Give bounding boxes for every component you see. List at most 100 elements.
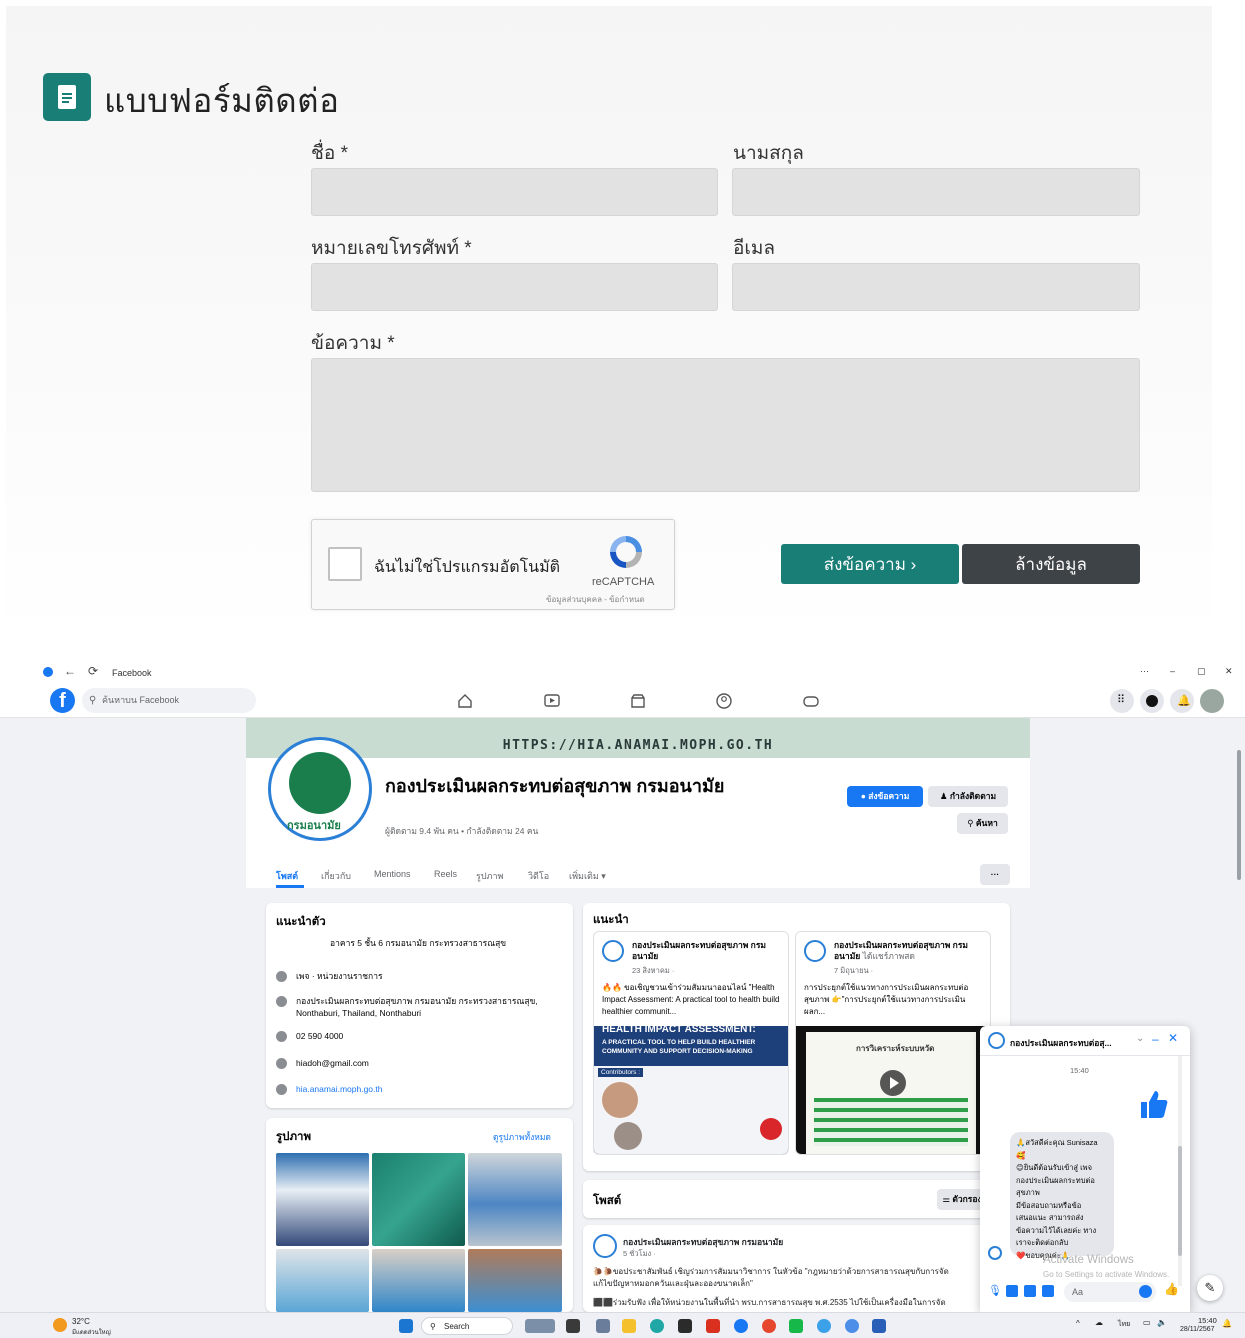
file-explorer-icon[interactable] — [622, 1319, 636, 1333]
menu-dots-icon[interactable]: ··· — [1140, 666, 1149, 676]
back-arrow-icon[interactable]: ← — [64, 664, 76, 678]
facebook-taskbar-icon[interactable] — [734, 1319, 748, 1333]
page-profile-picture[interactable]: กรมอนามัย — [268, 737, 372, 841]
image-attach-icon[interactable] — [1006, 1285, 1018, 1297]
home-icon[interactable] — [456, 692, 474, 710]
windows-start-icon[interactable] — [399, 1319, 413, 1333]
clock-time[interactable]: 15:40 — [1198, 1316, 1217, 1325]
page-stats[interactable]: ผู้ติดตาม 9.4 พัน คน • กำลังติดตาม 24 คน — [385, 824, 538, 838]
video-icon[interactable] — [543, 692, 561, 710]
tab-about[interactable]: เกี่ยวกับ — [321, 869, 351, 883]
task-view-icon[interactable] — [566, 1319, 580, 1333]
new-message-icon[interactable]: ✎ — [1197, 1275, 1223, 1301]
photo-thumbnail[interactable] — [276, 1153, 369, 1246]
groups-icon[interactable] — [715, 692, 733, 710]
chrome-profile-icon[interactable] — [845, 1319, 859, 1333]
reload-icon[interactable]: ⟳ — [88, 664, 98, 678]
minimize-icon[interactable]: – — [1170, 666, 1175, 676]
notification-center-icon[interactable]: 🔔 — [1222, 1319, 1232, 1328]
post-date[interactable]: 5 ชั่วโมง · — [623, 1248, 656, 1260]
gif-icon[interactable] — [1042, 1285, 1054, 1297]
chrome-profile-icon[interactable] — [817, 1319, 831, 1333]
tab-photos[interactable]: รูปภาพ — [476, 869, 503, 883]
microphone-icon[interactable]: 🎙 — [988, 1284, 1002, 1297]
last-name-input[interactable] — [732, 168, 1140, 216]
app-thumbnail-icon[interactable] — [525, 1319, 555, 1333]
weather-temp[interactable]: 32°C — [72, 1317, 90, 1326]
marketplace-icon[interactable] — [629, 692, 647, 710]
post-text-line: แก้ไขปัญหาหมอกควันและฝุ่นละอองขนาดเล็ก" — [593, 1279, 753, 1288]
close-chat-icon[interactable]: ✕ — [1168, 1031, 1178, 1045]
phone-input[interactable] — [311, 263, 718, 311]
chrome-icon[interactable] — [762, 1319, 776, 1333]
edge-icon[interactable] — [650, 1319, 664, 1333]
profile-avatar[interactable] — [1200, 689, 1224, 713]
apps-menu-icon[interactable]: ⠿ — [1110, 689, 1134, 713]
tab-mentions[interactable]: Mentions — [374, 869, 411, 879]
sticker-icon[interactable] — [1024, 1285, 1036, 1297]
send-message-button[interactable]: ส่งข้อความ › — [781, 544, 959, 584]
minimize-chat-icon[interactable]: – — [1152, 1032, 1159, 1046]
messenger-icon[interactable] — [1140, 689, 1164, 713]
page-search-button[interactable]: ⚲ ค้นหา — [957, 813, 1008, 834]
send-message-fb-button[interactable]: ● ส่งข้อความ — [847, 786, 923, 807]
network-icon[interactable]: ▭ — [1143, 1318, 1151, 1327]
photo-thumbnail[interactable] — [372, 1249, 465, 1312]
post-author[interactable]: กองประเมินผลกระทบต่อสุขภาพ กรมอนามัย — [623, 1235, 783, 1249]
play-icon[interactable] — [880, 1070, 906, 1096]
message-textarea[interactable] — [311, 358, 1140, 492]
photo-thumbnail[interactable] — [372, 1153, 465, 1246]
chat-header[interactable]: กองประเมินผลกระทบต่อสุ... ⌄ – ✕ — [980, 1026, 1190, 1056]
chevron-down-icon[interactable]: ⌄ — [1136, 1033, 1144, 1044]
clear-form-button[interactable]: ล้างข้อมูล — [962, 544, 1140, 584]
email-input[interactable] — [732, 263, 1140, 311]
first-name-input[interactable] — [311, 168, 718, 216]
recaptcha-terms[interactable]: ข้อมูลส่วนบุคคล - ข้อกำหนด — [546, 593, 645, 606]
featured-card[interactable]: กองประเมินผลกระทบต่อสุขภาพ กรมอนามัย ได้… — [795, 931, 991, 1155]
weather-icon[interactable] — [53, 1318, 67, 1332]
clock-date[interactable]: 28/11/2567 — [1180, 1326, 1215, 1333]
taskbar-search[interactable]: ⚲ Search — [421, 1317, 513, 1335]
tray-chevron-icon[interactable]: ^ — [1076, 1319, 1080, 1328]
close-icon[interactable]: ✕ — [1225, 666, 1233, 677]
volume-icon[interactable]: 🔈 — [1157, 1318, 1167, 1327]
card-video-thumbnail[interactable]: การวิเคราะห์ระบบหวัด — [796, 1026, 990, 1154]
gaming-icon[interactable] — [802, 692, 820, 710]
card-image-title: HEALTH IMPACT ASSESSMENT: — [602, 1024, 756, 1035]
featured-card[interactable]: กองประเมินผลกระทบต่อสุขภาพ กรมอนามัย 23 … — [593, 931, 789, 1155]
chat-contact-name: กองประเมินผลกระทบต่อสุ... — [1010, 1038, 1112, 1048]
photo-thumbnail[interactable] — [276, 1249, 369, 1312]
input-language[interactable]: ไทย — [1118, 1319, 1130, 1330]
more-options-button[interactable]: ··· — [980, 864, 1010, 885]
notifications-bell-icon[interactable]: 🔔 — [1170, 689, 1194, 713]
onedrive-icon[interactable]: ☁ — [1095, 1318, 1103, 1327]
see-all-photos-link[interactable]: ดูรูปภาพทั้งหมด — [493, 1130, 551, 1144]
shield-app-icon[interactable] — [706, 1319, 720, 1333]
facebook-search-input[interactable]: ⚲ ค้นหาบน Facebook — [82, 688, 256, 713]
photo-thumbnail[interactable] — [468, 1153, 562, 1246]
tab-posts[interactable]: โพสต์ — [276, 869, 298, 883]
chat-scrollbar[interactable] — [1178, 1056, 1182, 1286]
settings-gear-icon[interactable] — [596, 1319, 610, 1333]
email-label: อีเมล — [733, 238, 776, 259]
line-app-icon[interactable] — [789, 1319, 803, 1333]
captcha-checkbox[interactable] — [328, 547, 362, 581]
message-label: ข้อความ * — [311, 333, 395, 354]
emoji-icon[interactable] — [1139, 1285, 1152, 1298]
maximize-icon[interactable]: ▢ — [1197, 666, 1206, 677]
photo-thumbnail[interactable] — [468, 1249, 562, 1312]
facebook-logo-icon[interactable]: f — [50, 688, 75, 713]
tab-reels[interactable]: Reels — [434, 869, 457, 879]
post-author-avatar[interactable] — [593, 1234, 617, 1258]
thumbs-up-send-icon[interactable]: 👍 — [1164, 1282, 1179, 1296]
tab-videos[interactable]: วิดีโอ — [528, 869, 549, 883]
tab-more[interactable]: เพิ่มเติม ▾ — [569, 869, 606, 883]
cover-photo[interactable]: HTTPS://HIA.ANAMAI.MOPH.GO.TH — [246, 718, 1030, 758]
recaptcha-logo-icon — [610, 536, 642, 568]
store-icon[interactable] — [678, 1319, 692, 1333]
page-scrollbar[interactable] — [1237, 750, 1241, 880]
weather-desc[interactable]: มีแดดส่วนใหญ่ — [72, 1327, 111, 1337]
word-icon[interactable] — [872, 1319, 886, 1333]
card-image[interactable]: HEALTH IMPACT ASSESSMENT: A PRACTICAL TO… — [594, 1024, 788, 1154]
following-button[interactable]: ♟ กำลังติดตาม — [928, 786, 1008, 807]
